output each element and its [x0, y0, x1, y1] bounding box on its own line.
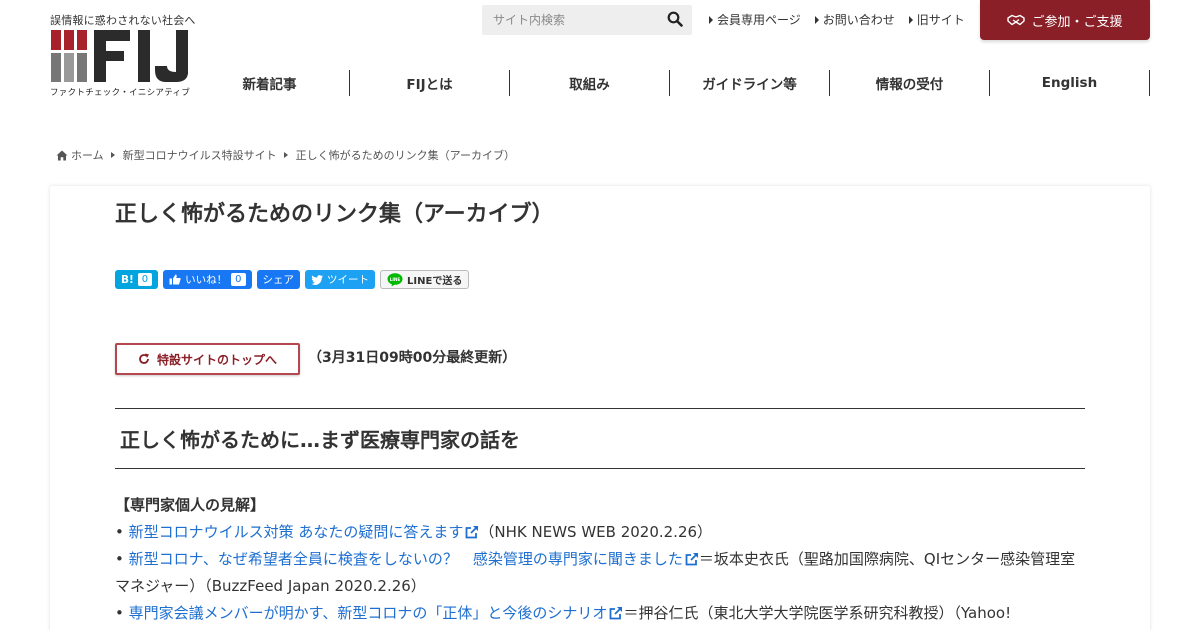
fij-logo-mark — [51, 30, 188, 82]
page-title: 正しく怖がるためのリンク集（アーカイブ） — [115, 202, 554, 227]
search-button[interactable] — [666, 11, 684, 29]
old-site-label: 旧サイト — [916, 13, 965, 27]
chevron-right-icon — [110, 152, 115, 158]
line-label: LINEで送る — [407, 276, 463, 287]
facebook-like-button[interactable]: いいね！ 0 — [163, 270, 252, 289]
global-nav: 新着記事 FIJとは 取組み ガイドライン等 情報の受付 English — [190, 70, 1150, 96]
nav-english[interactable]: English — [990, 70, 1150, 96]
list-item: • 専門家会議メンバーが明かす、新型コロナの「正体」と今後のシナリオ ＝押谷仁氏（… — [115, 604, 1012, 622]
hatena-label: B! — [121, 273, 134, 286]
search-icon — [667, 11, 683, 27]
last-updated: （3月31日09時00分最終更新） — [308, 350, 517, 366]
member-page-link[interactable]: 会員専用ページ — [709, 11, 801, 28]
line-icon: LINE — [387, 272, 403, 286]
tweet-label: ツイート — [327, 274, 370, 286]
link-item-3[interactable]: 専門家会議メンバーが明かす、新型コロナの「正体」と今後のシナリオ — [129, 604, 608, 622]
subhead: 【専門家個人の見解】 — [115, 496, 266, 514]
breadcrumb: ホーム 新型コロナウイルス特設サイト 正しく怖がるためのリンク集（アーカイブ） — [56, 147, 515, 163]
nav-about[interactable]: FIJとは — [350, 70, 510, 96]
home-icon — [56, 150, 68, 160]
link-item-1-note: （NHK NEWS WEB 2020.2.26） — [479, 523, 713, 541]
old-site-link[interactable]: 旧サイト — [908, 11, 965, 28]
like-label: いいね！ — [185, 274, 228, 286]
breadcrumb-home[interactable]: ホーム — [71, 147, 104, 163]
special-site-top-label: 特設サイトのトップへ — [156, 352, 277, 367]
member-page-label: 会員専用ページ — [717, 13, 801, 27]
contact-link[interactable]: お問い合わせ — [814, 11, 895, 28]
section-heading: 正しく怖がるために…まず医療専門家の話を — [115, 408, 1085, 469]
nav-submissions[interactable]: 情報の受付 — [830, 70, 990, 96]
share-bar: B! 0 いいね！ 0 シェア ツイート LINE LINEで送る — [115, 270, 470, 290]
caret-right-icon — [814, 15, 819, 24]
breadcrumb-covid-site[interactable]: 新型コロナウイルス特設サイト — [123, 147, 277, 163]
link-item-3-note: ＝押谷仁氏（東北大学大学院医学系研究科教授）（Yahoo! — [623, 604, 1012, 622]
join-support-button[interactable]: ご参加・ご支援 — [980, 0, 1150, 40]
link-item-1[interactable]: 新型コロナウイルス対策 あなたの疑問に答えます — [129, 523, 464, 541]
chevron-right-icon — [283, 152, 288, 158]
article-card: 正しく怖がるためのリンク集（アーカイブ） B! 0 いいね！ 0 シェア ツイー… — [50, 186, 1150, 630]
section-title: 正しく怖がるために…まず医療専門家の話を — [120, 428, 520, 452]
logo-caption: ファクトチェック・イニシアティブ — [50, 87, 191, 97]
article-content: 【専門家個人の見解】 • 新型コロナウイルス対策 あなたの疑問に答えます （NHK… — [115, 492, 1090, 627]
special-site-top-button[interactable]: 特設サイトのトップへ — [115, 343, 300, 375]
site-search — [482, 5, 692, 35]
nav-initiatives[interactable]: 取組み — [510, 70, 670, 96]
external-link-icon — [610, 607, 623, 620]
hatena-bookmark-button[interactable]: B! 0 — [115, 270, 159, 289]
search-input[interactable] — [482, 5, 657, 35]
handshake-icon — [1007, 14, 1026, 26]
share-label: シェア — [262, 274, 295, 286]
facebook-share-button[interactable]: シェア — [256, 270, 301, 289]
nav-guidelines[interactable]: ガイドライン等 — [670, 70, 830, 96]
caret-right-icon — [908, 15, 913, 24]
list-item: • 新型コロナ、なぜ希望者全員に検査をしないの？ 感染管理の専門家に聞きました＝… — [115, 550, 1076, 595]
link-item-2[interactable]: 新型コロナ、なぜ希望者全員に検査をしないの？ 感染管理の専門家に聞きました — [129, 550, 683, 568]
site-header: 誤情報に惑わされない社会へ ファクトチェック・イニシアティブ サイト内検索 会員… — [0, 0, 1200, 110]
join-support-label: ご参加・ご支援 — [1031, 14, 1123, 30]
like-count: 0 — [231, 273, 246, 286]
breadcrumb-current: 正しく怖がるためのリンク集（アーカイブ） — [295, 149, 516, 162]
svg-text:LINE: LINE — [390, 277, 401, 282]
twitter-bird-icon — [311, 274, 324, 285]
caret-right-icon — [709, 15, 713, 24]
list-item: • 新型コロナウイルス対策 あなたの疑問に答えます （NHK NEWS WEB 2… — [115, 523, 713, 541]
site-tagline: 誤情報に惑わされない社会へ — [50, 15, 196, 27]
line-share-button[interactable]: LINE LINEで送る — [380, 270, 470, 289]
tweet-button[interactable]: ツイート — [305, 270, 376, 289]
external-link-icon — [685, 553, 698, 566]
external-link-icon — [466, 526, 479, 539]
utility-links: 会員専用ページ お問い合わせ 旧サイト — [709, 11, 979, 28]
nav-news[interactable]: 新着記事 — [190, 70, 350, 96]
hatena-count: 0 — [137, 273, 153, 286]
contact-label: お問い合わせ — [822, 13, 895, 27]
thumbs-up-icon — [169, 274, 181, 285]
redo-icon — [139, 353, 149, 364]
